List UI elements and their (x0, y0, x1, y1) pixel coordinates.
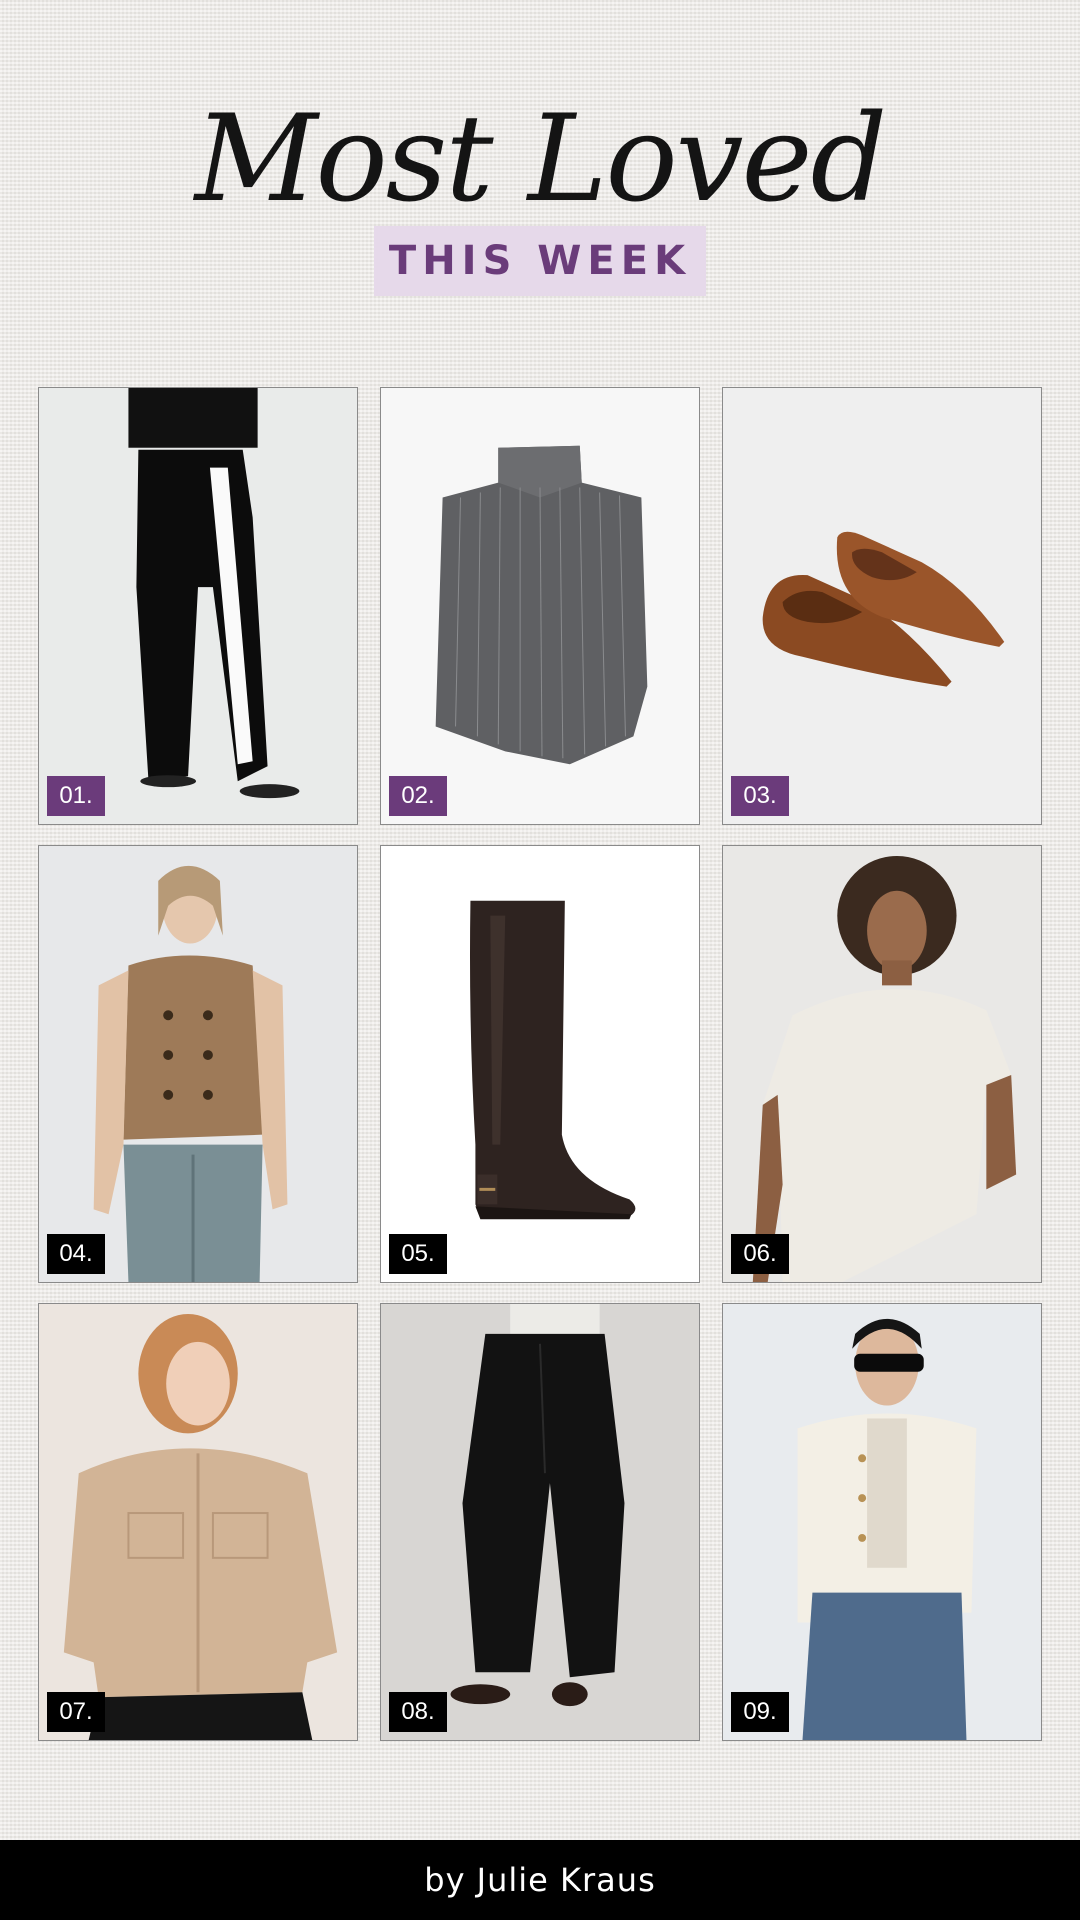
product-image-pinstripe-top (381, 388, 699, 824)
product-card-09[interactable]: 09. (722, 1303, 1042, 1741)
product-number-badge: 04. (47, 1234, 105, 1274)
product-card-04[interactable]: 04. (38, 845, 358, 1283)
product-image-utility-jacket (39, 1304, 357, 1740)
product-number-badge: 07. (47, 1692, 105, 1732)
product-image-barrel-trousers (381, 1304, 699, 1740)
product-image-tweed-jacket (723, 1304, 1041, 1740)
product-number-badge: 09. (731, 1692, 789, 1732)
footer-byline: by Julie Kraus (0, 1840, 1080, 1920)
product-image-draped-top (723, 846, 1041, 1282)
product-number-badge: 08. (389, 1692, 447, 1732)
product-card-06[interactable]: 06. (722, 845, 1042, 1283)
product-number-badge: 06. (731, 1234, 789, 1274)
page-subtitle: THIS WEEK (374, 226, 706, 296)
product-image-suede-flats (723, 388, 1041, 824)
product-image-wide-leg-pants (39, 388, 357, 824)
product-card-05[interactable]: 05. (380, 845, 700, 1283)
product-card-03[interactable]: 03. (722, 387, 1042, 825)
product-image-tan-vest (39, 846, 357, 1282)
product-card-07[interactable]: 07. (38, 1303, 358, 1741)
product-number-badge: 01. (47, 776, 105, 816)
page-title: Most Loved (194, 90, 888, 229)
product-number-badge: 03. (731, 776, 789, 816)
product-image-leather-boot (381, 846, 699, 1282)
product-card-08[interactable]: 08. (380, 1303, 700, 1741)
product-card-01[interactable]: 01. (38, 387, 358, 825)
product-card-02[interactable]: 02. (380, 387, 700, 825)
product-number-badge: 05. (389, 1234, 447, 1274)
product-number-badge: 02. (389, 776, 447, 816)
